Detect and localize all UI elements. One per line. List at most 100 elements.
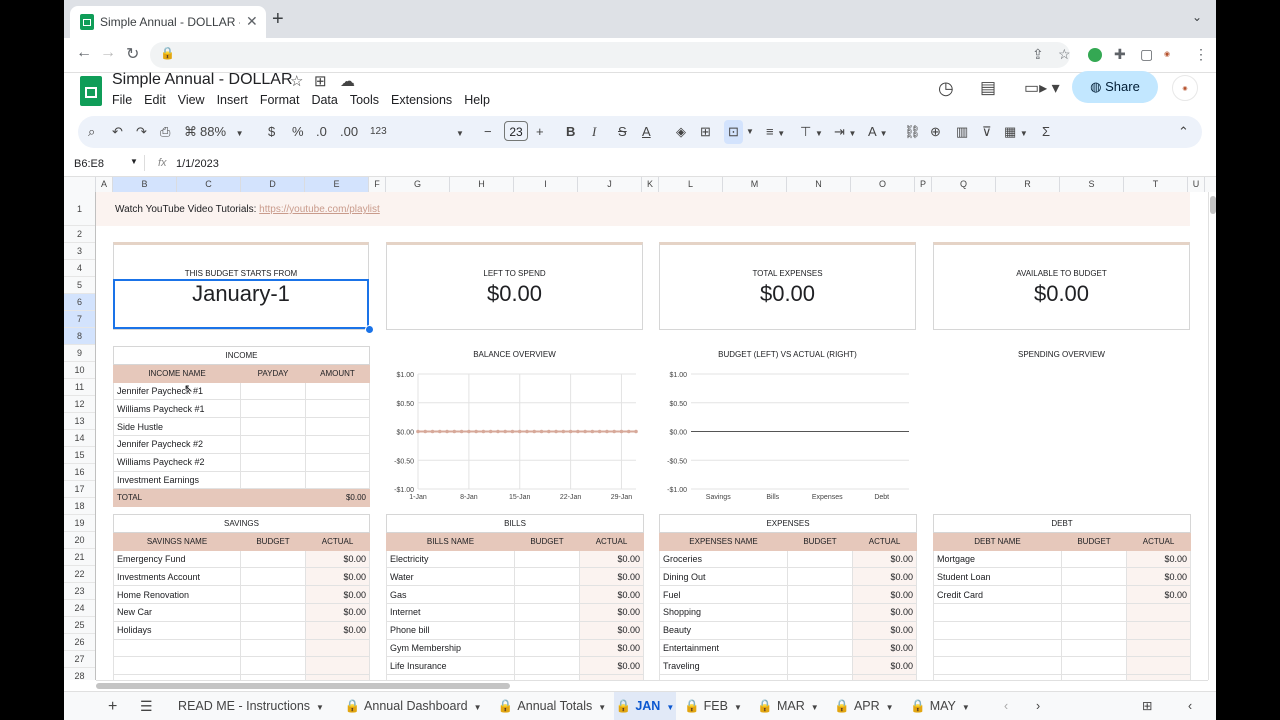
row-header-21[interactable]: 21 — [64, 549, 95, 566]
text-rotation-icon[interactable]: A ▼ — [868, 124, 888, 139]
horizontal-scrollbar[interactable] — [96, 680, 1208, 691]
bookmark-star-icon[interactable]: ☆ — [1058, 46, 1071, 63]
income-name-cell[interactable]: Williams Paycheck #1 — [113, 399, 241, 419]
print-icon[interactable]: ⎙ — [160, 124, 170, 140]
borders-icon[interactable]: ⊞ — [700, 124, 711, 140]
column-header-r[interactable]: R — [996, 177, 1060, 192]
paint-format-icon[interactable]: ⌘ — [184, 124, 197, 140]
row-header-19[interactable]: 19 — [64, 515, 95, 532]
column-header-t[interactable]: T — [1124, 177, 1188, 192]
version-history-icon[interactable]: ◷ — [938, 78, 954, 99]
menu-extensions[interactable]: Extensions — [391, 93, 452, 107]
row-header-18[interactable]: 18 — [64, 498, 95, 515]
omnibox[interactable]: 🔒 — [150, 42, 1070, 68]
row-header-13[interactable]: 13 — [64, 413, 95, 430]
filter-icon[interactable]: ⊽ — [982, 124, 992, 140]
menu-edit[interactable]: Edit — [144, 93, 166, 107]
menu-file[interactable]: File — [112, 93, 132, 107]
vertical-align-icon[interactable]: ⊤ ▼ — [800, 124, 823, 140]
column-header-a[interactable]: A — [96, 177, 113, 192]
currency-format-button[interactable]: $ — [268, 124, 275, 139]
income-amount-cell[interactable] — [305, 417, 370, 436]
sheet-tab-may[interactable]: 🔒 MAY ▼ — [902, 692, 978, 720]
extensions-puzzle-icon[interactable]: ✚ — [1114, 46, 1126, 63]
expenses-name-cell[interactable]: Dining Out — [659, 567, 788, 587]
insert-link-icon[interactable]: ⛓ — [904, 124, 921, 140]
column-header-l[interactable]: L — [659, 177, 723, 192]
sheet-tab-read-me-instructions[interactable]: READ ME - Instructions ▼ — [166, 692, 336, 720]
savings-budget-cell[interactable] — [240, 602, 306, 622]
bills-name-cell[interactable]: Gym Membership — [386, 638, 515, 658]
reload-icon[interactable]: ↻ — [126, 44, 139, 64]
search-menus-icon[interactable]: ⌕ — [88, 124, 95, 140]
column-header-g[interactable]: G — [386, 177, 450, 192]
column-header-p[interactable]: P — [915, 177, 932, 192]
move-folder-icon[interactable]: ⊞ — [314, 72, 327, 90]
menu-format[interactable]: Format — [260, 93, 300, 107]
menu-data[interactable]: Data — [311, 93, 337, 107]
bills-name-cell[interactable]: Electricity — [386, 549, 515, 569]
income-name-cell[interactable]: Jennifer Paycheck #1 — [113, 381, 241, 401]
bold-button[interactable]: B — [566, 124, 575, 139]
expenses-budget-cell[interactable] — [787, 638, 853, 658]
savings-name-cell[interactable]: Investments Account — [113, 567, 241, 587]
menu-view[interactable]: View — [178, 93, 205, 107]
close-tab-icon[interactable]: ✕ — [246, 13, 258, 30]
savings-budget-cell[interactable] — [240, 656, 306, 676]
savings-name-cell[interactable]: Emergency Fund — [113, 549, 241, 569]
profile-avatar-icon[interactable]: ◉ — [1164, 50, 1170, 58]
debt-budget-cell[interactable] — [1061, 602, 1127, 622]
sheet-tab-feb[interactable]: 🔒 FEB ▼ — [676, 692, 750, 720]
collapse-toolbar-icon[interactable]: ⌃ — [1178, 124, 1189, 140]
savings-budget-cell[interactable] — [240, 620, 306, 640]
bills-name-cell[interactable]: Water — [386, 567, 515, 587]
row-header-14[interactable]: 14 — [64, 430, 95, 447]
budget-vs-actual-chart[interactable]: $1.00 $0.50 $0.00 -$0.50 -$1.00 Savings Bills E… — [659, 364, 916, 504]
row-header-8[interactable]: 8 — [64, 328, 95, 345]
expenses-budget-cell[interactable] — [787, 549, 853, 569]
row-header-28[interactable]: 28 — [64, 668, 95, 680]
expenses-name-cell[interactable]: Traveling — [659, 656, 788, 676]
chevron-down-icon[interactable]: ▼ — [130, 157, 138, 166]
menu-tools[interactable]: Tools — [350, 93, 379, 107]
income-payday-cell[interactable] — [240, 434, 306, 454]
savings-name-cell[interactable]: Home Renovation — [113, 585, 241, 604]
merge-cells-icon[interactable]: ⊡ — [724, 120, 743, 144]
undo-icon[interactable]: ↶ — [112, 124, 123, 140]
column-header-e[interactable]: E — [305, 177, 369, 192]
browser-menu-icon[interactable]: ⋮ — [1194, 46, 1208, 63]
sheet-tab-mar[interactable]: 🔒 MAR ▼ — [750, 692, 826, 720]
increase-font-size-button[interactable]: + — [536, 124, 544, 139]
share-button[interactable]: ◍ Share — [1072, 71, 1158, 103]
balance-overview-chart[interactable]: $1.00 $0.50 $0.00 -$0.50 -$1.001-Jan 8-Jan 15-… — [386, 364, 643, 504]
row-header-12[interactable]: 12 — [64, 396, 95, 413]
column-header-m[interactable]: M — [723, 177, 787, 192]
share-page-icon[interactable]: ⇪ — [1032, 46, 1044, 63]
row-header-1[interactable]: 1 — [64, 192, 95, 226]
chevron-down-icon[interactable]: ▼ — [746, 127, 754, 136]
decrease-decimal-button[interactable]: .0 — [316, 124, 327, 139]
menu-insert[interactable]: Insert — [217, 93, 248, 107]
meet-camera-icon[interactable]: ▭▸ ▾ — [1024, 78, 1060, 98]
column-header-f[interactable]: F — [369, 177, 386, 192]
explore-icon[interactable]: ⊞ — [1142, 692, 1152, 720]
income-amount-cell[interactable] — [305, 399, 370, 419]
horizontal-align-icon[interactable]: ≡ ▼ — [766, 124, 785, 139]
menu-help[interactable]: Help — [464, 93, 490, 107]
font-size-input[interactable]: 23 — [504, 121, 528, 141]
functions-button[interactable]: Σ — [1042, 124, 1050, 139]
scroll-tabs-left-icon[interactable]: ‹ — [1004, 692, 1008, 720]
sheet-grid[interactable]: Watch YouTube Video Tutorials: https://y… — [96, 192, 1208, 680]
column-header-u[interactable]: U — [1188, 177, 1205, 192]
column-header-q[interactable]: Q — [932, 177, 996, 192]
debt-budget-cell[interactable] — [1061, 549, 1127, 569]
cloud-status-icon[interactable]: ☁ — [340, 72, 355, 90]
increase-decimal-button[interactable]: .00 — [340, 124, 358, 139]
account-avatar[interactable]: ◉ — [1172, 75, 1198, 101]
savings-budget-cell[interactable] — [240, 585, 306, 604]
bills-budget-cell[interactable] — [514, 585, 580, 604]
vertical-scroll-thumb[interactable] — [1210, 196, 1216, 214]
income-amount-cell[interactable] — [305, 470, 370, 490]
back-arrow-icon[interactable]: ← — [76, 44, 92, 62]
bills-name-cell[interactable]: Phone bill — [386, 620, 515, 640]
